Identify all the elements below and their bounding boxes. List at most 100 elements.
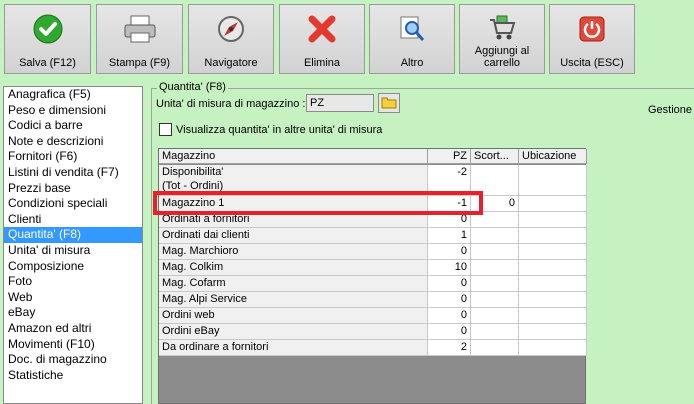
row-scorta[interactable]	[471, 308, 519, 324]
exit-button[interactable]: Uscita (ESC)	[549, 4, 635, 74]
table-row[interactable]: Mag. Alpi Service 0	[159, 292, 587, 308]
row-highlight-annotation	[153, 191, 483, 215]
printer-icon	[120, 11, 160, 47]
row-pz[interactable]: 0	[428, 324, 471, 340]
unit-of-measure-browse-button[interactable]	[378, 93, 400, 113]
table-row[interactable]: Ordini eBay 0	[159, 324, 587, 340]
sidebar-item-note-descrizioni[interactable]: Note e descrizioni	[4, 134, 142, 150]
row-pz[interactable]: 0	[428, 244, 471, 260]
sidebar-item-quantita[interactable]: Quantita' (F8)	[4, 227, 142, 243]
gestione-label: Gestione	[648, 104, 693, 116]
row-pz[interactable]: 1	[428, 228, 471, 244]
exit-button-label: Uscita (ESC)	[560, 57, 624, 69]
row-name: Mag. Cofarm	[159, 276, 428, 292]
row-scorta[interactable]	[471, 276, 519, 292]
power-icon	[572, 11, 612, 47]
sidebar-item-codici-barre[interactable]: Codici a barre	[4, 118, 142, 134]
row-ubicazione[interactable]	[519, 340, 587, 356]
sidebar-item-ebay[interactable]: eBay	[4, 305, 142, 321]
row-ubicazione[interactable]	[519, 308, 587, 324]
compass-icon	[211, 11, 251, 47]
folder-icon	[381, 95, 397, 112]
column-header-magazzino[interactable]: Magazzino	[159, 149, 428, 164]
sidebar-item-statistiche[interactable]: Statistiche	[4, 368, 142, 384]
row-scorta[interactable]	[471, 292, 519, 308]
row-name: Ordini web	[159, 308, 428, 324]
cart-icon	[482, 11, 522, 45]
row-pz[interactable]: 2	[428, 340, 471, 356]
row-scorta[interactable]	[471, 324, 519, 340]
column-header-scorta[interactable]: Scort...	[471, 149, 519, 164]
table-row[interactable]: Ordini web 0	[159, 308, 587, 324]
row-scorta[interactable]	[471, 228, 519, 244]
sidebar-item-foto[interactable]: Foto	[4, 274, 142, 290]
row-ubicazione[interactable]	[519, 292, 587, 308]
sidebar-item-movimenti[interactable]: Movimenti (F10)	[4, 337, 142, 353]
table-row[interactable]: Ordinati dai clienti 1	[159, 228, 587, 244]
row-name: Da ordinare a fornitori	[159, 340, 428, 356]
sidebar-item-amazon[interactable]: Amazon ed altri	[4, 321, 142, 337]
table-row[interactable]: Mag. Marchioro 0	[159, 244, 587, 260]
row-name: Mag. Colkim	[159, 260, 428, 276]
row-name: Ordinati dai clienti	[159, 228, 428, 244]
navigator-button[interactable]: Navigatore	[188, 4, 274, 74]
quantity-panel: Quantita' (F8) Unita' di misura di magaz…	[151, 80, 694, 404]
sidebar-item-condizioni-speciali[interactable]: Condizioni speciali	[4, 196, 142, 212]
column-header-pz[interactable]: PZ	[428, 149, 471, 164]
sidebar-item-prezzi-base[interactable]: Prezzi base	[4, 181, 142, 197]
search-doc-icon	[392, 11, 432, 47]
sidebar-item-composizione[interactable]: Composizione	[4, 259, 142, 275]
row-name: Mag. Alpi Service	[159, 292, 428, 308]
sidebar-item-fornitori[interactable]: Fornitori (F6)	[4, 149, 142, 165]
save-button[interactable]: Salva (F12)	[4, 4, 91, 74]
other-button[interactable]: Altro	[369, 4, 455, 74]
row-ubicazione[interactable]	[519, 276, 587, 292]
sidebar-item-doc-magazzino[interactable]: Doc. di magazzino	[4, 352, 142, 368]
grid-header: Magazzino PZ Scort... Ubicazione	[159, 149, 587, 164]
show-other-units-label[interactable]: Visualizza quantita' in altre unita' di …	[176, 124, 382, 136]
row-name: Mag. Marchioro	[159, 244, 428, 260]
sidebar-item-web[interactable]: Web	[4, 290, 142, 306]
show-other-units-checkbox[interactable]	[159, 123, 172, 136]
add-to-cart-button-label: Aggiungi al carrello	[474, 45, 530, 69]
row-pz[interactable]: 10	[428, 260, 471, 276]
row-name: Ordini eBay	[159, 324, 428, 340]
sidebar-item-anagrafica[interactable]: Anagrafica (F5)	[4, 87, 142, 103]
sidebar-item-peso-dimensioni[interactable]: Peso e dimensioni	[4, 103, 142, 119]
row-ubicazione[interactable]	[519, 228, 587, 244]
delete-button[interactable]: Elimina	[279, 4, 365, 74]
toolbar: Salva (F12) Stampa (F9) Navigatore Elimi…	[0, 0, 694, 78]
row-ubicazione[interactable]	[519, 244, 587, 260]
column-header-ubicazione[interactable]: Ubicazione	[519, 149, 587, 164]
unit-of-measure-field[interactable]: PZ	[306, 94, 374, 112]
other-button-label: Altro	[400, 57, 424, 69]
print-button[interactable]: Stampa (F9)	[96, 4, 183, 74]
row-pz[interactable]: 0	[428, 292, 471, 308]
row-pz[interactable]: 0	[428, 308, 471, 324]
print-button-label: Stampa (F9)	[108, 57, 171, 69]
row-scorta[interactable]	[471, 260, 519, 276]
sidebar-item-listini-vendita[interactable]: Listini di vendita (F7)	[4, 165, 142, 181]
save-button-label: Salva (F12)	[19, 57, 76, 69]
row-ubicazione[interactable]	[519, 196, 587, 212]
row-ubicazione[interactable]	[519, 212, 587, 228]
delete-x-icon	[302, 11, 342, 47]
sidebar-menu: Anagrafica (F5) Peso e dimensioni Codici…	[3, 86, 143, 404]
quantity-grid: Magazzino PZ Scort... Ubicazione Disponi…	[158, 148, 587, 404]
sidebar-item-clienti[interactable]: Clienti	[4, 212, 142, 228]
row-scorta[interactable]	[471, 340, 519, 356]
table-row[interactable]: Da ordinare a fornitori 2	[159, 340, 587, 356]
check-icon	[28, 11, 68, 47]
row-pz[interactable]: 0	[428, 276, 471, 292]
row-ubicazione[interactable]	[519, 324, 587, 340]
unit-of-measure-label: Unita' di misura di magazzino :	[156, 98, 306, 110]
table-row[interactable]: Mag. Cofarm 0	[159, 276, 587, 292]
row-ubicazione[interactable]	[519, 260, 587, 276]
navigator-button-label: Navigatore	[204, 57, 258, 69]
add-to-cart-button[interactable]: Aggiungi al carrello	[459, 4, 545, 74]
row-ubicazione[interactable]	[519, 165, 587, 196]
row-scorta[interactable]	[471, 244, 519, 260]
sidebar-item-unita-misura[interactable]: Unita' di misura	[4, 243, 142, 259]
table-row[interactable]: Mag. Colkim 10	[159, 260, 587, 276]
group-title: Quantita' (F8)	[157, 81, 228, 93]
